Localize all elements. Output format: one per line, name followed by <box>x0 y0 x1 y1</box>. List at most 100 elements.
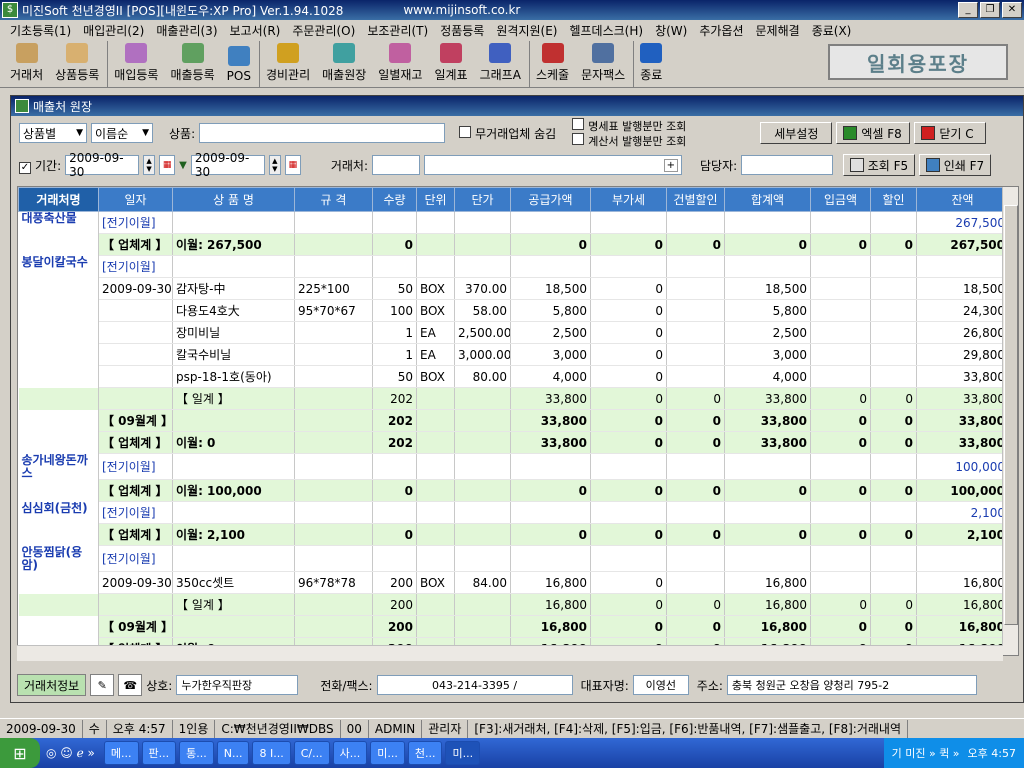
taskbar-item-5[interactable]: C/... <box>293 741 330 765</box>
toolbar-button-3[interactable]: 매출등록 <box>164 41 220 87</box>
toolbar-icon-8 <box>440 43 463 63</box>
toolbar-button-10[interactable]: 스케줄 <box>528 41 575 87</box>
table-cell <box>666 343 725 366</box>
toolbar-button-6[interactable]: 매출원장 <box>316 41 372 87</box>
system-tray: 기 미진 » 퀵 » 오후 4:57 <box>883 738 1024 768</box>
table-cell <box>810 545 871 572</box>
menu-item-11[interactable]: 문제해결 <box>750 22 806 39</box>
table-row[interactable]: 장미비닐 1 EA 2,500.00 2,500 0 2,500 26,800 <box>18 321 1009 344</box>
taskbar-item-2[interactable]: 통... <box>179 741 214 765</box>
taskbar-item-0[interactable]: 메... <box>103 741 139 765</box>
table-cell <box>590 211 667 234</box>
print-button[interactable]: 인쇄 F7 <box>919 154 992 176</box>
taskbar-item-3[interactable]: N... <box>216 741 250 765</box>
table-row[interactable]: 송가네왕돈까스 [전기이월] 100,000 <box>18 453 1009 480</box>
date-to-input[interactable]: 2009-09-30 <box>190 151 265 179</box>
taskbar-item-1[interactable]: 판... <box>141 741 177 765</box>
table-row[interactable]: 【 09월계 】 200 16,800 0 0 16,800 0 0 16,800 <box>18 615 1009 638</box>
taskbar-item-9[interactable]: 미... <box>445 741 481 765</box>
phone-icon[interactable]: ☎ <box>118 674 143 696</box>
toolbar-button-9[interactable]: 그래프A <box>474 41 527 87</box>
start-button[interactable]: ⊞ <box>0 738 40 768</box>
menu-item-5[interactable]: 보조관리(T) <box>361 22 434 39</box>
menu-item-3[interactable]: 보고서(R) <box>224 22 287 39</box>
menu-item-1[interactable]: 매입관리(2) <box>77 22 150 39</box>
hide-no-trade-checkbox[interactable]: 무거래업체 숨김 <box>459 125 556 142</box>
close-icon[interactable]: ✕ <box>1002 2 1022 18</box>
date-from-input[interactable]: 2009-09-30 <box>65 151 140 179</box>
toolbar-button-5[interactable]: 경비관리 <box>258 41 316 87</box>
quicklaunch-icons[interactable]: ◎ ☺ ℯ » <box>46 746 95 760</box>
date-to-spinner[interactable]: ▲ ▼ <box>268 155 281 175</box>
table-row[interactable]: 【 09월계 】 202 33,800 0 0 33,800 0 0 33,800 <box>18 409 1009 432</box>
toolbar-button-8[interactable]: 일계표 <box>428 41 473 87</box>
table-cell <box>454 387 511 410</box>
toolbar-button-7[interactable]: 일별재고 <box>372 41 428 87</box>
table-row[interactable]: 【 업체계 】 이월: 0 202 33,800 0 0 33,800 0 0 33,800 <box>18 431 1009 454</box>
table-row[interactable]: 【 업체계 】 이월: 267,500 0 0 0 0 0 0 0 267,500 <box>18 233 1009 256</box>
toolbar-button-1[interactable]: 상품등록 <box>49 41 105 87</box>
table-cell <box>666 571 725 594</box>
table-row[interactable]: 칼국수비닐 1 EA 3,000.00 3,000 0 3,000 29,800 <box>18 343 1009 366</box>
excel-button[interactable]: 엑셀 F8 <box>836 122 911 144</box>
staff-input[interactable] <box>741 155 834 175</box>
customer-code-input[interactable] <box>372 155 420 175</box>
toolbar-button-4[interactable]: POS <box>221 41 257 87</box>
table-cell <box>666 277 725 300</box>
product-input[interactable] <box>199 123 446 143</box>
table-row[interactable]: 【 업체계 】 이월: 2,100 0 0 0 0 0 0 0 2,100 <box>18 523 1009 546</box>
table-row[interactable]: 대풍축산물 [전기이월] 267,500 <box>18 211 1009 234</box>
table-row[interactable]: 2009-09-30 350cc셋트 96*78*78 200 BOX 84.00 16,8… <box>18 571 1009 594</box>
table-row[interactable]: 심심회(금천) [전기이월] 2,100 <box>18 501 1009 524</box>
toolbar-button-0[interactable]: 거래처 <box>4 41 49 87</box>
invoice-only-checkbox[interactable]: 계산서 발행분만 조회 <box>572 133 686 148</box>
menu-item-7[interactable]: 원격지원(E) <box>490 22 563 39</box>
order-select[interactable]: 이름순 ▼ <box>91 123 153 143</box>
menu-item-0[interactable]: 기초등록(1) <box>4 22 77 39</box>
menu-item-12[interactable]: 종료(X) <box>806 22 858 39</box>
table-row[interactable]: 다용도4호大 95*70*67 100 BOX 58.00 5,800 0 5,800 24,3… <box>18 299 1009 322</box>
minimize-icon[interactable]: _ <box>958 2 978 18</box>
table-row[interactable]: 【 일계 】 202 33,800 0 0 33,800 0 0 33,800 <box>18 387 1009 410</box>
table-row[interactable]: 2009-09-30 감자탕-中 225*100 50 BOX 370.00 18,500 0… <box>18 277 1009 300</box>
scroll-thumb[interactable] <box>1004 205 1018 625</box>
table-cell: 【 일계 】 <box>172 387 295 410</box>
menu-item-8[interactable]: 헬프데스크(H) <box>563 22 649 39</box>
checkbox-icon: ✓ <box>19 161 31 174</box>
table-row[interactable]: 【 업체계 】 이월: 100,000 0 0 0 0 0 0 0 100,000 <box>18 479 1009 502</box>
stmt-only-checkbox[interactable]: 명세표 발행분만 조회 <box>572 118 686 133</box>
taskbar-item-4[interactable]: 8 I... <box>252 741 291 765</box>
customer-name-input[interactable]: + <box>424 155 682 175</box>
date-from-spinner[interactable]: ▲ ▼ <box>143 155 156 175</box>
vertical-scrollbar[interactable] <box>1002 187 1018 655</box>
toolbar-button-2[interactable]: 매입등록 <box>107 41 164 87</box>
menu-item-6[interactable]: 정품등록 <box>434 22 490 39</box>
plus-icon[interactable]: + <box>663 158 678 172</box>
search-button[interactable]: 조회 F5 <box>843 154 916 176</box>
toolbar-button-12[interactable]: 종료 <box>633 41 668 87</box>
ledger-grid[interactable]: 거래처명 일자 상 품 명규 격 수량 단위 단가 공급가액 부가세 건별할인 합계액 입금액 할인 잔… <box>17 186 1019 656</box>
customer-info-button[interactable]: 거래처정보 <box>17 674 87 696</box>
taskbar-item-6[interactable]: 사... <box>332 741 368 765</box>
menu-item-10[interactable]: 추가옵션 <box>693 22 749 39</box>
detail-settings-button[interactable]: 세부설정 <box>760 122 833 144</box>
calendar-icon[interactable]: ▦ <box>284 155 301 175</box>
taskbar-item-7[interactable]: 미... <box>370 741 405 765</box>
menu-item-9[interactable]: 창(W) <box>649 22 693 39</box>
horizontal-scrollbar[interactable] <box>17 645 1003 661</box>
restore-icon[interactable]: ❐ <box>980 2 1000 18</box>
search-icon <box>850 158 864 172</box>
menu-item-2[interactable]: 매출관리(3) <box>150 22 223 39</box>
calendar-icon[interactable]: ▦ <box>159 155 176 175</box>
close-button[interactable]: 닫기 C <box>914 122 987 144</box>
table-row[interactable]: 【 일계 】 200 16,800 0 0 16,800 0 0 16,800 <box>18 593 1009 616</box>
taskbar-item-8[interactable]: 천... <box>407 741 443 765</box>
menu-item-4[interactable]: 주문관리(O) <box>286 22 361 39</box>
table-row[interactable]: psp-18-1호(동아) 50 BOX 80.00 4,000 0 4,000 33,800 <box>18 365 1009 388</box>
table-row[interactable]: 안동찜닭(용암) [전기이월] <box>18 545 1009 572</box>
sort-by-select[interactable]: 상품별 ▼ <box>19 123 87 143</box>
edit-icon[interactable]: ✎ <box>90 674 115 696</box>
toolbar-button-11[interactable]: 문자팩스 <box>575 41 631 87</box>
period-checkbox[interactable]: ✓ 기간: <box>19 157 61 174</box>
table-row[interactable]: 봉달이칼국수 [전기이월] <box>18 255 1009 278</box>
